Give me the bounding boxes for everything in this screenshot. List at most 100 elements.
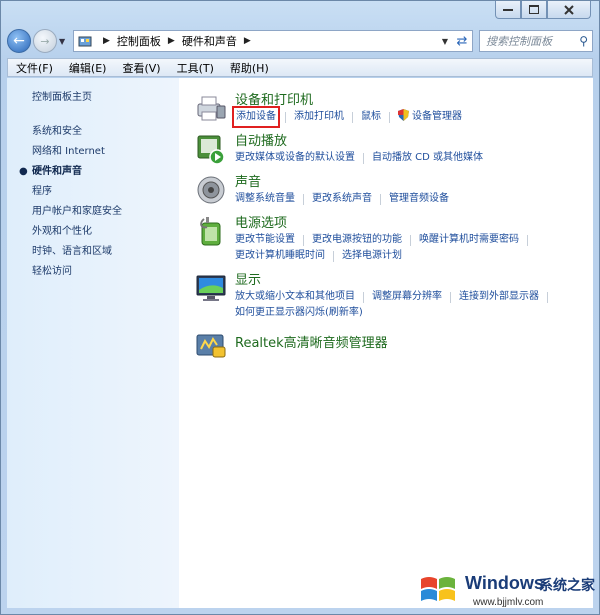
menu-edit[interactable]: 编辑(E) bbox=[61, 60, 115, 76]
close-button[interactable] bbox=[547, 1, 591, 19]
link-divider bbox=[352, 111, 353, 123]
display-icon bbox=[196, 275, 226, 301]
category-autoplay: 自动播放 更改媒体或设备的默认设置 自动播放 CD 或其他媒体 bbox=[195, 133, 593, 166]
power-button-function-link[interactable]: 更改电源按钮的功能 bbox=[312, 232, 402, 248]
fix-flicker-link[interactable]: 如何更正显示器闪烁(刷新率) bbox=[235, 305, 363, 321]
category-title[interactable]: 显示 bbox=[235, 272, 593, 289]
breadcrumb-hardware-sound[interactable]: 硬件和声音 bbox=[182, 33, 237, 49]
link-divider bbox=[410, 234, 411, 246]
forward-arrow-icon: → bbox=[40, 34, 50, 48]
sidebar-item-ease-of-access[interactable]: 轻松访问 bbox=[32, 262, 179, 282]
uac-shield-icon bbox=[398, 109, 409, 121]
control-panel-window: ← → ▼ ▶ 控制面板 ▶ 硬件和声音 ▶ ▼ ⇄ 搜索控制面板 ⚲ 文件(F… bbox=[0, 0, 600, 615]
maximize-icon bbox=[529, 5, 539, 14]
category-title[interactable]: 设备和打印机 bbox=[235, 92, 593, 109]
mouse-link[interactable]: 鼠标 bbox=[361, 109, 381, 125]
link-divider bbox=[333, 250, 334, 262]
breadcrumb-separator[interactable]: ▶ bbox=[168, 36, 175, 46]
resize-text-link[interactable]: 放大或缩小文本和其他项目 bbox=[235, 289, 355, 305]
watermark: Windows 系统之家 www.bjjmlv.com bbox=[409, 567, 599, 613]
category-sound: 声音 调整系统音量 更改系统声音 管理音频设备 bbox=[195, 174, 593, 207]
devices-printers-icon bbox=[197, 96, 226, 121]
link-divider bbox=[303, 193, 304, 205]
add-printer-link[interactable]: 添加打印机 bbox=[294, 109, 344, 125]
link-divider bbox=[527, 234, 528, 246]
link-divider bbox=[380, 193, 381, 205]
watermark-url: www.bjjmlv.com bbox=[473, 597, 544, 608]
content-area: 控制面板主页 系统和安全 网络和 Internet ● 硬件和声音 程序 用户帐户… bbox=[7, 78, 593, 608]
change-power-saving-link[interactable]: 更改节能设置 bbox=[235, 232, 295, 248]
menu-help[interactable]: 帮助(H) bbox=[222, 60, 277, 76]
sidebar-item-appearance[interactable]: 外观和个性化 bbox=[32, 222, 179, 242]
menu-view[interactable]: 查看(V) bbox=[114, 60, 168, 76]
device-manager-label: 设备管理器 bbox=[412, 111, 462, 122]
sidebar-item-programs[interactable]: 程序 bbox=[32, 182, 179, 202]
category-title[interactable]: 自动播放 bbox=[235, 133, 593, 150]
menu-bar: 文件(F) 编辑(E) 查看(V) 工具(T) 帮助(H) bbox=[7, 58, 593, 77]
connect-external-display-link[interactable]: 连接到外部显示器 bbox=[459, 289, 539, 305]
link-divider bbox=[389, 111, 390, 123]
sidebar-item-clock-language[interactable]: 时钟、语言和区域 bbox=[32, 242, 179, 262]
minimize-icon bbox=[503, 8, 513, 11]
breadcrumb-separator[interactable]: ▶ bbox=[103, 36, 110, 46]
address-bar[interactable]: ▶ 控制面板 ▶ 硬件和声音 ▶ ▼ ⇄ bbox=[73, 30, 473, 52]
category-devices-printers: 设备和打印机 添加设备 添加打印机 鼠标 设备管理器 bbox=[195, 92, 593, 128]
choose-power-plan-link[interactable]: 选择电源计划 bbox=[342, 248, 402, 264]
link-divider bbox=[285, 111, 286, 123]
adjust-resolution-link[interactable]: 调整屏幕分辨率 bbox=[372, 289, 442, 305]
search-icon[interactable]: ⚲ bbox=[579, 34, 588, 48]
change-sleep-time-link[interactable]: 更改计算机睡眠时间 bbox=[235, 248, 325, 264]
breadcrumb-control-panel[interactable]: 控制面板 bbox=[117, 33, 161, 49]
category-title[interactable]: 声音 bbox=[235, 174, 593, 191]
main-panel: 设备和打印机 添加设备 添加打印机 鼠标 设备管理器 自动播放 更改媒体或设备的… bbox=[179, 78, 593, 608]
watermark-cn: 系统之家 bbox=[539, 578, 595, 594]
maximize-button[interactable] bbox=[521, 1, 547, 19]
sidebar-home-link[interactable]: 控制面板主页 bbox=[32, 88, 179, 108]
watermark-brand: Windows bbox=[465, 573, 544, 593]
link-divider bbox=[303, 234, 304, 246]
manage-audio-devices-link[interactable]: 管理音频设备 bbox=[389, 191, 449, 207]
change-sounds-link[interactable]: 更改系统声音 bbox=[312, 191, 372, 207]
category-realtek: Realtek高清晰音频管理器 bbox=[195, 329, 593, 361]
search-placeholder: 搜索控制面板 bbox=[486, 35, 552, 48]
device-manager-link[interactable]: 设备管理器 bbox=[398, 109, 462, 125]
address-row: ← → ▼ ▶ 控制面板 ▶ 硬件和声音 ▶ ▼ ⇄ 搜索控制面板 ⚲ bbox=[7, 27, 593, 55]
address-dropdown-button[interactable]: ▼ bbox=[438, 37, 452, 46]
back-button[interactable]: ← bbox=[7, 29, 31, 53]
menu-tools[interactable]: 工具(T) bbox=[169, 60, 222, 76]
sidebar-item-network-internet[interactable]: 网络和 Internet bbox=[32, 142, 179, 162]
link-divider bbox=[363, 291, 364, 303]
forward-button[interactable]: → bbox=[33, 29, 57, 53]
search-input[interactable]: 搜索控制面板 ⚲ bbox=[479, 30, 593, 52]
add-device-link[interactable]: 添加设备 bbox=[232, 106, 280, 128]
sidebar-item-user-accounts[interactable]: 用户帐户和家庭安全 bbox=[32, 202, 179, 222]
speaker-icon bbox=[197, 176, 225, 204]
breadcrumb-separator[interactable]: ▶ bbox=[244, 36, 251, 46]
minimize-button[interactable] bbox=[495, 1, 521, 19]
current-bullet: ● bbox=[19, 166, 28, 177]
category-power-options: 电源选项 更改节能设置 更改电源按钮的功能 唤醒计算机时需要密码 更改计算机睡眠… bbox=[195, 215, 593, 264]
link-divider bbox=[547, 291, 548, 303]
category-title[interactable]: Realtek高清晰音频管理器 bbox=[235, 329, 593, 359]
window-caption-buttons bbox=[495, 1, 591, 19]
power-options-icon bbox=[200, 217, 221, 246]
link-divider bbox=[363, 152, 364, 164]
close-icon bbox=[564, 4, 574, 15]
windows-logo-icon bbox=[421, 577, 455, 601]
category-title[interactable]: 电源选项 bbox=[235, 215, 593, 232]
control-panel-icon bbox=[78, 36, 92, 47]
require-password-wake-link[interactable]: 唤醒计算机时需要密码 bbox=[419, 232, 519, 248]
recent-pages-dropdown[interactable]: ▼ bbox=[59, 37, 69, 46]
category-display: 显示 放大或缩小文本和其他项目 调整屏幕分辨率 连接到外部显示器 如何更正显示器… bbox=[195, 272, 593, 321]
change-default-media-link[interactable]: 更改媒体或设备的默认设置 bbox=[235, 150, 355, 166]
autoplay-cd-link[interactable]: 自动播放 CD 或其他媒体 bbox=[372, 150, 483, 166]
autoplay-icon bbox=[197, 135, 225, 165]
sidebar: 控制面板主页 系统和安全 网络和 Internet ● 硬件和声音 程序 用户帐户… bbox=[7, 78, 179, 608]
sidebar-item-hardware-sound[interactable]: ● 硬件和声音 bbox=[19, 162, 179, 182]
menu-file[interactable]: 文件(F) bbox=[8, 60, 61, 76]
sidebar-item-system-security[interactable]: 系统和安全 bbox=[32, 122, 179, 142]
realtek-audio-icon bbox=[196, 334, 226, 358]
adjust-volume-link[interactable]: 调整系统音量 bbox=[235, 191, 295, 207]
refresh-icon[interactable]: ⇄ bbox=[452, 34, 472, 49]
link-divider bbox=[450, 291, 451, 303]
